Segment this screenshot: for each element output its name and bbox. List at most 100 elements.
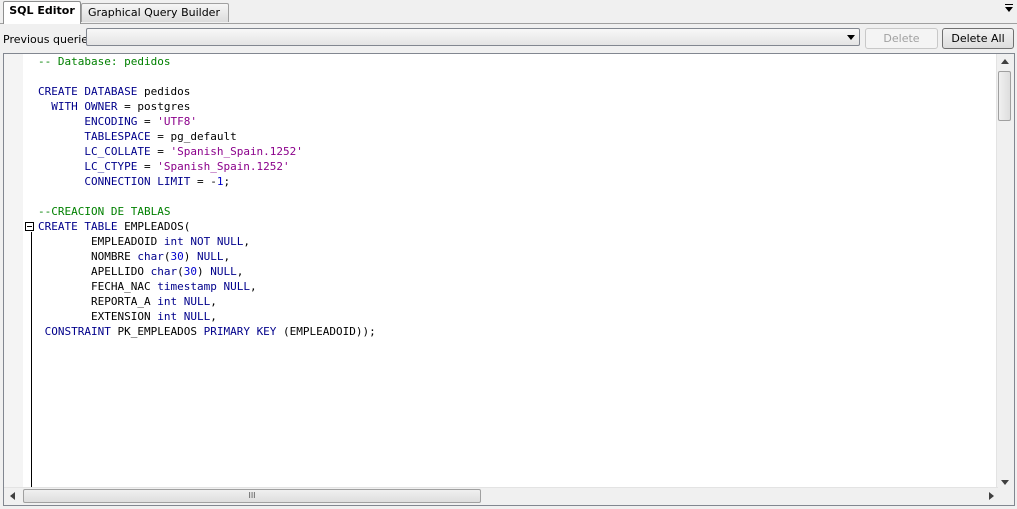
code-token: FECHA_NAC (38, 280, 158, 293)
code-token: ) (183, 250, 197, 263)
tab-graphical-query-builder[interactable]: Graphical Query Builder (81, 3, 229, 22)
code-area[interactable]: -- Database: pedidos CREATE DATABASE pedi… (38, 54, 998, 490)
scroll-left-arrow-icon[interactable] (10, 492, 15, 500)
code-token: NOT (190, 235, 211, 248)
code-token: , (236, 265, 244, 278)
code-token: PRIMARY (203, 325, 250, 338)
code-line: CONSTRAINT PK_EMPLEADOS PRIMARY KEY (EMP… (38, 324, 998, 339)
code-token: 'Spanish_Spain.1252' (157, 160, 290, 173)
code-token: 30 (170, 250, 184, 263)
fold-collapse-icon[interactable] (25, 222, 34, 231)
code-line: CREATE TABLE EMPLEADOS( (38, 219, 998, 234)
code-line: LC_CTYPE = 'Spanish_Spain.1252' (38, 159, 998, 174)
code-token: NULL (196, 250, 224, 263)
code-token: -- Database: pedidos (38, 55, 171, 68)
code-token: = (150, 145, 171, 158)
code-line: LC_COLLATE = 'Spanish_Spain.1252' (38, 144, 998, 159)
code-line: ENCODING = 'UTF8' (38, 114, 998, 129)
code-token: pedidos (137, 85, 191, 98)
sql-editor[interactable]: -- Database: pedidos CREATE DATABASE pedi… (3, 53, 1015, 506)
scrollbar-corner (997, 488, 1014, 505)
code-token: TABLE (84, 220, 118, 233)
tab-sql-editor[interactable]: SQL Editor (3, 1, 81, 24)
code-token: TABLESPACE (84, 130, 151, 143)
code-token: 'Spanish_Spain.1252' (170, 145, 303, 158)
code-token: NULL (210, 265, 237, 278)
code-token: ( (177, 265, 184, 278)
code-token: char (137, 250, 164, 263)
code-token: CONSTRAINT (44, 325, 111, 338)
code-token: LC_CTYPE (84, 160, 138, 173)
code-line: --CREACION DE TABLAS (38, 204, 998, 219)
code-token: = pg_default (150, 130, 237, 143)
scroll-right-arrow-icon[interactable] (989, 492, 994, 500)
code-token: , (243, 235, 250, 248)
horizontal-scroll-thumb[interactable]: III (23, 489, 481, 503)
code-token: EXTENSION (38, 310, 158, 323)
tab-strip: SQL Editor Graphical Query Builder (0, 0, 1017, 24)
code-line: EMPLEADOID int NOT NULL, (38, 234, 998, 249)
code-line: APELLIDO char(30) NULL, (38, 264, 998, 279)
code-token: ; (223, 175, 231, 188)
code-token: REPORTA_A (38, 295, 158, 308)
code-token: CREATE (38, 85, 78, 98)
code-line: CREATE DATABASE pedidos (38, 84, 998, 99)
code-token: NULL (223, 280, 250, 293)
code-token: , (210, 310, 217, 323)
code-token: , (249, 280, 257, 293)
code-token: ) (196, 265, 211, 278)
code-token: LC_COLLATE (84, 145, 151, 158)
code-token: NOMBRE (38, 250, 138, 263)
tab-menu-arrow-icon[interactable] (1005, 4, 1013, 12)
code-token: ENCODING (84, 115, 138, 128)
code-token: NULL (183, 295, 211, 308)
previous-queries-dropdown[interactable] (86, 28, 860, 46)
code-token: EMPLEADOS( (117, 220, 191, 233)
editor-margin (4, 54, 23, 490)
code-token: --CREACION DE TABLAS (38, 205, 171, 218)
code-line: REPORTA_A int NULL, (38, 294, 998, 309)
previous-queries-label: Previous queries (3, 33, 94, 46)
code-token: (EMPLEADOID)); (276, 325, 376, 338)
code-token: OWNER (84, 100, 118, 113)
code-token: APELLIDO (38, 265, 151, 278)
vertical-scrollbar[interactable] (996, 54, 1014, 490)
scroll-up-arrow-icon[interactable] (1001, 59, 1009, 64)
scroll-down-arrow-icon[interactable] (1001, 480, 1009, 485)
code-token: = postgres (117, 100, 191, 113)
delete-button[interactable]: Delete (865, 28, 938, 49)
code-line: TABLESPACE = pg_default (38, 129, 998, 144)
code-token: 30 (183, 265, 197, 278)
code-token: 'UTF8' (157, 115, 197, 128)
code-token: , (210, 295, 217, 308)
code-token: PK_EMPLEADOS (110, 325, 204, 338)
code-token: WITH (51, 100, 78, 113)
code-token: LIMIT (157, 175, 191, 188)
code-token: DATABASE (84, 85, 138, 98)
code-token: NULL (216, 235, 244, 248)
delete-all-button[interactable]: Delete All (942, 28, 1014, 49)
code-token: CONNECTION (84, 175, 151, 188)
previous-queries-row: Previous queries Delete Delete All (0, 24, 1017, 52)
code-token: , (223, 250, 231, 263)
code-line: FECHA_NAC timestamp NULL, (38, 279, 998, 294)
code-line: CONNECTION LIMIT = -1; (38, 174, 998, 189)
horizontal-scrollbar[interactable]: III (4, 487, 998, 505)
vertical-scroll-thumb[interactable] (998, 71, 1011, 121)
code-token: EMPLEADOID (38, 235, 164, 248)
code-line: WITH OWNER = postgres (38, 99, 998, 114)
chevron-down-icon (847, 35, 855, 40)
code-token: NULL (183, 310, 211, 323)
